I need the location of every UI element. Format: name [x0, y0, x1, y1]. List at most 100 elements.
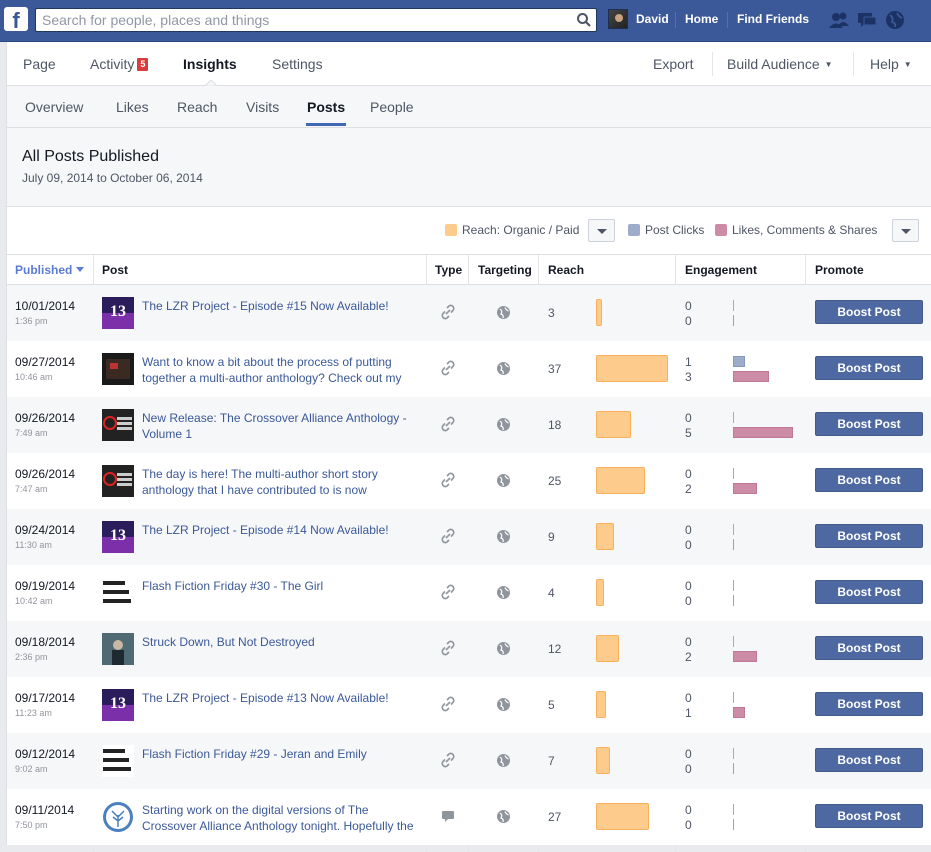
- post-link[interactable]: The day is here! The multi-author short …: [142, 466, 422, 500]
- search-box[interactable]: [35, 8, 597, 32]
- find-friends-link[interactable]: Find Friends: [737, 12, 809, 26]
- boost-post-button[interactable]: Boost Post: [815, 748, 923, 772]
- boost-post-button[interactable]: Boost Post: [815, 524, 923, 548]
- column-published[interactable]: Published: [15, 263, 85, 277]
- tab-settings[interactable]: Settings: [272, 56, 323, 72]
- likes-comments-shares-value[interactable]: 3: [685, 370, 692, 384]
- tab-visits[interactable]: Visits: [246, 99, 279, 115]
- build-audience-dropdown[interactable]: Build Audience ▼: [727, 56, 833, 72]
- boost-post-button[interactable]: Boost Post: [815, 300, 923, 324]
- post-clicks-value[interactable]: 0: [685, 467, 692, 481]
- post-link[interactable]: Flash Fiction Friday #30 - The Girl: [142, 578, 422, 612]
- post-thumbnail[interactable]: [102, 409, 134, 441]
- help-dropdown[interactable]: Help ▼: [870, 56, 912, 72]
- post-link[interactable]: Struck Down, But Not Destroyed: [142, 634, 422, 668]
- post-thumbnail[interactable]: 13: [102, 689, 134, 721]
- post-thumbnail[interactable]: [102, 633, 134, 665]
- tab-posts[interactable]: Posts: [307, 99, 345, 115]
- post-thumbnail[interactable]: [102, 801, 134, 833]
- reach-bar: [596, 523, 614, 550]
- likes-comments-shares-value[interactable]: 0: [685, 818, 692, 832]
- post-thumbnail[interactable]: [102, 745, 134, 777]
- reach-options-dropdown[interactable]: [588, 219, 615, 242]
- boost-post-button[interactable]: Boost Post: [815, 412, 923, 436]
- boost-post-button[interactable]: Boost Post: [815, 692, 923, 716]
- home-link[interactable]: Home: [685, 12, 718, 26]
- post-link[interactable]: New Release: The Crossover Alliance Anth…: [142, 410, 422, 444]
- avatar[interactable]: [608, 9, 628, 29]
- tab-likes[interactable]: Likes: [116, 99, 149, 115]
- post-clicks-value[interactable]: 0: [685, 411, 692, 425]
- post-clicks-value[interactable]: 0: [685, 747, 692, 761]
- public-globe-icon: [496, 305, 511, 320]
- reach-value[interactable]: 25: [548, 474, 561, 488]
- tab-page[interactable]: Page: [23, 56, 56, 72]
- post-thumbnail[interactable]: [102, 353, 134, 385]
- reach-bar: [596, 299, 602, 326]
- reach-value[interactable]: 27: [548, 810, 561, 824]
- table-row: 10/01/2014 1:36 pm 13 The LZR Project - Epi…: [6, 285, 931, 341]
- insights-sub-nav: Overview Likes Reach Visits Posts People: [6, 86, 931, 128]
- reach-bar: [596, 355, 668, 382]
- post-link[interactable]: Want to know a bit about the process of …: [142, 354, 422, 388]
- post-thumbnail[interactable]: [102, 465, 134, 497]
- reach-value[interactable]: 37: [548, 362, 561, 376]
- messages-icon[interactable]: [856, 9, 878, 31]
- facebook-logo-icon[interactable]: f: [4, 7, 28, 31]
- profile-link[interactable]: David: [608, 9, 669, 29]
- active-tab-underline: [306, 123, 346, 126]
- post-link[interactable]: The LZR Project - Episode #15 Now Availa…: [142, 298, 422, 332]
- boost-post-button[interactable]: Boost Post: [815, 468, 923, 492]
- reach-value[interactable]: 12: [548, 642, 561, 656]
- post-clicks-value[interactable]: 0: [685, 523, 692, 537]
- post-link[interactable]: Flash Fiction Friday #29 - Jeran and Emi…: [142, 746, 422, 780]
- post-clicks-value[interactable]: 0: [685, 691, 692, 705]
- likes-comments-shares-value[interactable]: 0: [685, 762, 692, 776]
- boost-post-button[interactable]: Boost Post: [815, 636, 923, 660]
- post-clicks-value[interactable]: 0: [685, 635, 692, 649]
- svg-text:13: 13: [110, 695, 126, 712]
- tab-people[interactable]: People: [370, 99, 414, 115]
- engagement-options-dropdown[interactable]: [892, 219, 919, 242]
- tab-overview[interactable]: Overview: [25, 99, 83, 115]
- post-link[interactable]: The LZR Project - Episode #13 Now Availa…: [142, 690, 422, 724]
- notifications-globe-icon[interactable]: [884, 9, 906, 31]
- reach-value[interactable]: 3: [548, 306, 555, 320]
- tab-reach[interactable]: Reach: [177, 99, 217, 115]
- post-link[interactable]: The LZR Project - Episode #14 Now Availa…: [142, 522, 422, 556]
- boost-post-button[interactable]: Boost Post: [815, 804, 923, 828]
- profile-name-link[interactable]: David: [636, 12, 669, 26]
- post-clicks-value[interactable]: 0: [685, 579, 692, 593]
- reach-value[interactable]: 9: [548, 530, 555, 544]
- friend-requests-icon[interactable]: [828, 9, 850, 31]
- tab-insights[interactable]: Insights: [183, 56, 237, 72]
- table-row: 09/17/2014 11:23 am 13 The LZR Project - Ep…: [6, 677, 931, 733]
- likes-comments-shares-value[interactable]: 0: [685, 538, 692, 552]
- tab-activity[interactable]: Activity 5: [90, 56, 150, 72]
- likes-comments-shares-bar: [733, 371, 769, 382]
- boost-post-button[interactable]: Boost Post: [815, 356, 923, 380]
- reach-value[interactable]: 18: [548, 418, 561, 432]
- likes-comments-shares-value[interactable]: 2: [685, 482, 692, 496]
- boost-post-button[interactable]: Boost Post: [815, 580, 923, 604]
- likes-comments-shares-value[interactable]: 2: [685, 650, 692, 664]
- post-thumbnail[interactable]: 13: [102, 297, 134, 329]
- post-thumbnail[interactable]: 13: [102, 521, 134, 553]
- post-link[interactable]: Starting work on the digital versions of…: [142, 802, 422, 836]
- post-clicks-value[interactable]: 0: [685, 803, 692, 817]
- reach-value[interactable]: 7: [548, 754, 555, 768]
- likes-comments-shares-value[interactable]: 5: [685, 426, 692, 440]
- reach-value[interactable]: 4: [548, 586, 555, 600]
- reach-bar: [596, 803, 649, 830]
- likes-comments-shares-value[interactable]: 0: [685, 594, 692, 608]
- likes-comments-shares-value[interactable]: 1: [685, 706, 692, 720]
- post-clicks-value[interactable]: 0: [685, 299, 692, 313]
- search-icon[interactable]: [576, 12, 592, 28]
- post-clicks-bar: [733, 468, 734, 479]
- likes-comments-shares-value[interactable]: 0: [685, 314, 692, 328]
- reach-value[interactable]: 5: [548, 698, 555, 712]
- export-link[interactable]: Export: [653, 56, 693, 72]
- post-thumbnail[interactable]: [102, 577, 134, 609]
- post-clicks-value[interactable]: 1: [685, 355, 692, 369]
- search-input[interactable]: [36, 9, 566, 31]
